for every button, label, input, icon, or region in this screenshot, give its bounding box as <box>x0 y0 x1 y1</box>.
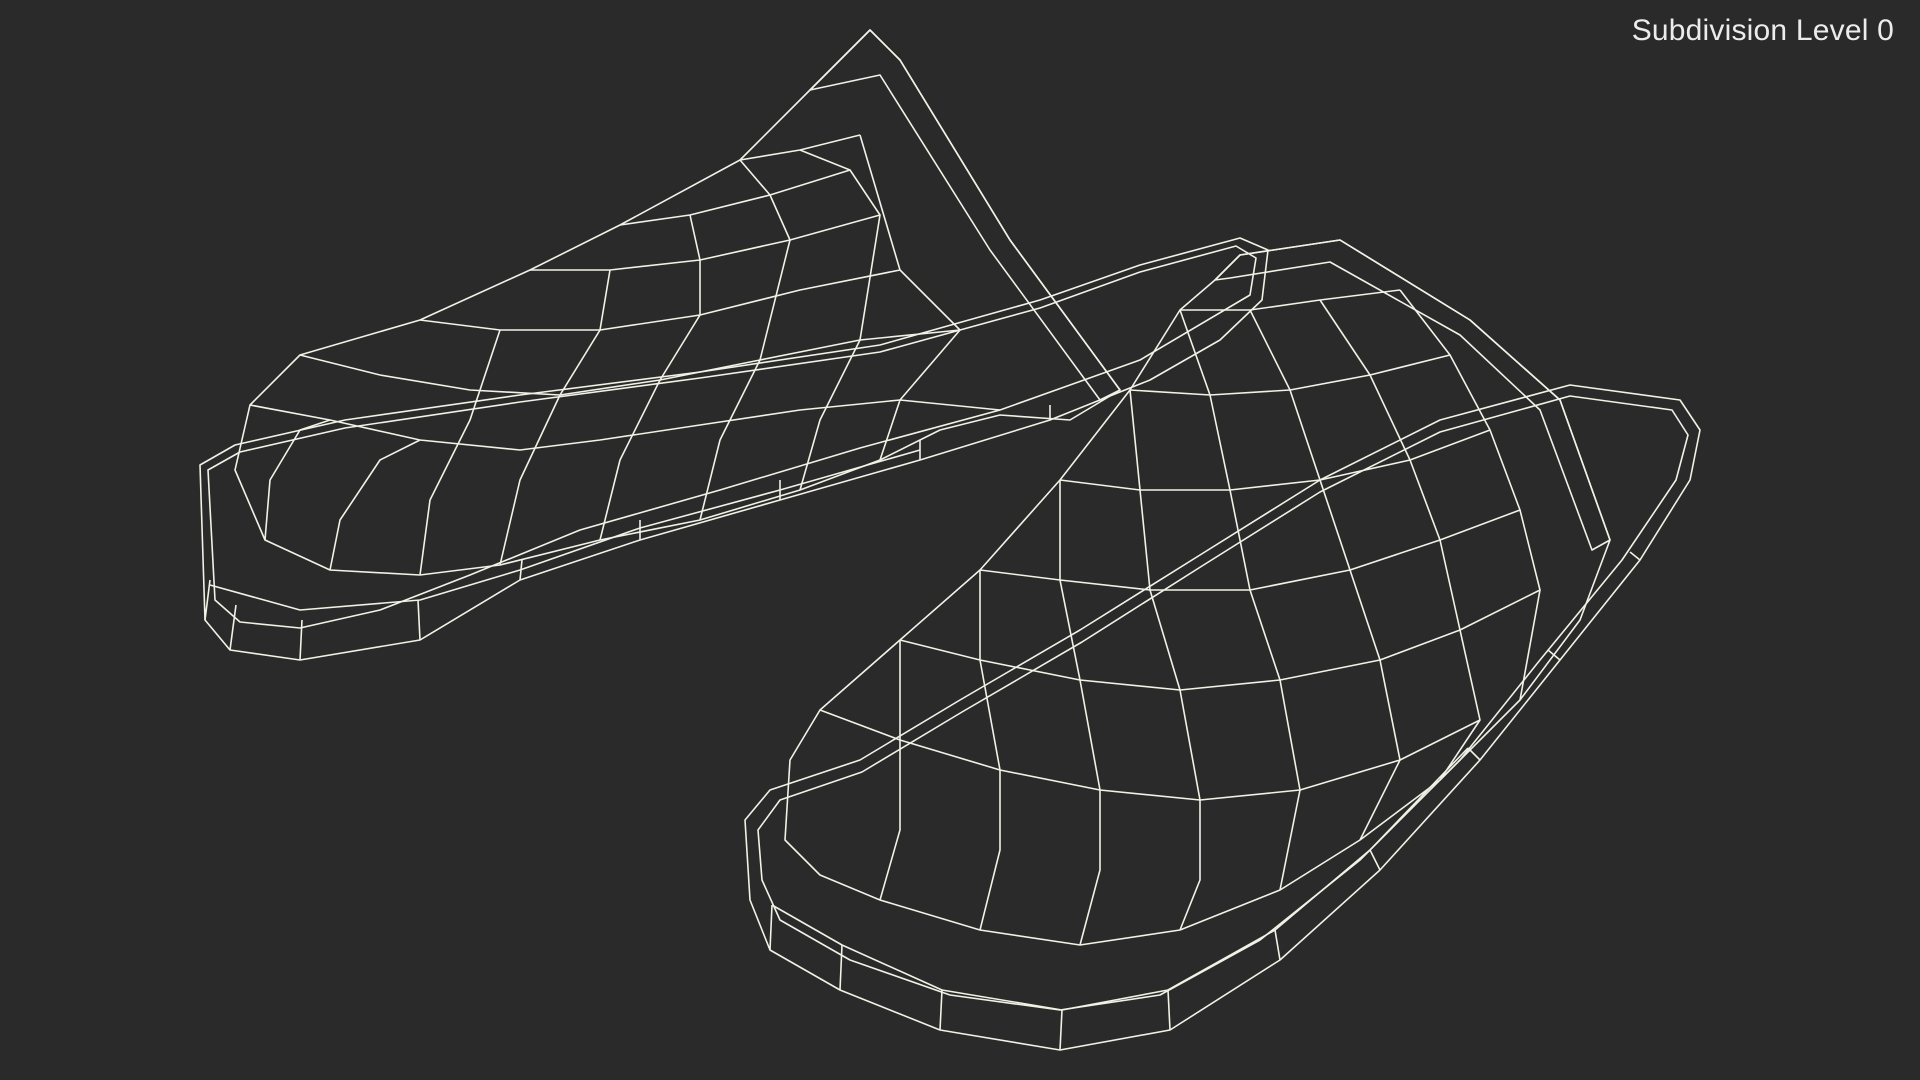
left-slipper <box>199 29 1269 661</box>
slipper-pair-model <box>199 29 1701 1051</box>
subdivision-level-label: Subdivision Level 0 <box>1631 14 1894 47</box>
right-upper <box>784 239 1611 946</box>
left-sole <box>199 237 1269 661</box>
right-sole <box>744 384 1701 1051</box>
3d-viewport[interactable]: Subdivision Level 0 <box>0 0 1920 1080</box>
right-slipper <box>744 239 1701 1051</box>
left-upper <box>234 29 1121 576</box>
